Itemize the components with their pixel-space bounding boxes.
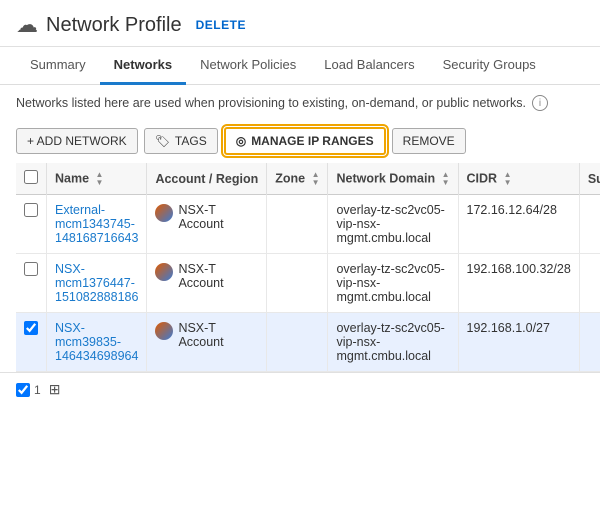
- page-header: ☁ Network Profile DELETE: [0, 0, 600, 47]
- col-account-region: Account / Region: [147, 163, 267, 195]
- select-all-checkbox[interactable]: [24, 170, 38, 184]
- account-label: NSX-T Account: [178, 262, 258, 290]
- account-label: NSX-T Account: [178, 203, 258, 231]
- tab-load-balancers[interactable]: Load Balancers: [310, 47, 428, 85]
- col-cidr: CIDR ▲▼: [458, 163, 579, 195]
- row-zone: [267, 254, 328, 313]
- row-su-pu: [579, 254, 600, 313]
- tab-summary[interactable]: Summary: [16, 47, 100, 85]
- row-cidr: 192.168.1.0/27: [458, 313, 579, 372]
- info-icon: i: [532, 95, 548, 111]
- tab-security-groups[interactable]: Security Groups: [429, 47, 550, 85]
- networks-table: Name ▲▼ Account / Region Zone ▲▼ Network…: [16, 163, 600, 372]
- tags-button[interactable]: 🏷 TAGS: [144, 128, 218, 154]
- row-network-domain: overlay-tz-sc2vc05-vip-nsx-mgmt.cmbu.loc…: [328, 195, 458, 254]
- sort-zone-icon[interactable]: ▲▼: [312, 171, 320, 187]
- info-text: Networks listed here are used when provi…: [16, 96, 526, 110]
- col-name: Name ▲▼: [47, 163, 147, 195]
- sort-domain-icon[interactable]: ▲▼: [442, 171, 450, 187]
- col-network-domain: Network Domain ▲▼: [328, 163, 458, 195]
- row-account: NSX-T Account: [147, 313, 267, 372]
- row-zone: [267, 313, 328, 372]
- row-zone: [267, 195, 328, 254]
- sort-cidr-icon[interactable]: ▲▼: [504, 171, 512, 187]
- page-title: Network Profile: [46, 14, 182, 37]
- table-row: External-mcm1343745-148168716643 NSX-T A…: [16, 195, 600, 254]
- delete-button[interactable]: DELETE: [196, 18, 246, 32]
- row-name: NSX-mcm39835-146434698964: [47, 313, 147, 372]
- info-bar: Networks listed here are used when provi…: [0, 85, 600, 121]
- row-su-pu: [579, 195, 600, 254]
- toolbar: + ADD NETWORK 🏷 TAGS ◎ MANAGE IP RANGES …: [0, 121, 600, 163]
- row-network-domain: overlay-tz-sc2vc05-vip-nsx-mgmt.cmbu.loc…: [328, 313, 458, 372]
- nsx-icon: [155, 204, 173, 222]
- row-cidr: 172.16.12.64/28: [458, 195, 579, 254]
- remove-button[interactable]: REMOVE: [392, 128, 466, 154]
- col-zone: Zone ▲▼: [267, 163, 328, 195]
- col-su-pu: Su Pu: [579, 163, 600, 195]
- row-checkbox-cell: [16, 195, 47, 254]
- row-cidr: 192.168.100.32/28: [458, 254, 579, 313]
- table-row: NSX-mcm1376447-151082888186 NSX-T Accoun…: [16, 254, 600, 313]
- row-checkbox-cell: [16, 313, 47, 372]
- row-network-domain: overlay-tz-sc2vc05-vip-nsx-mgmt.cmbu.loc…: [328, 254, 458, 313]
- nsx-icon: [155, 322, 173, 340]
- selected-count: 1: [16, 383, 41, 397]
- network-name-link[interactable]: NSX-mcm39835-146434698964: [55, 321, 138, 363]
- row-account: NSX-T Account: [147, 254, 267, 313]
- networks-table-wrap: Name ▲▼ Account / Region Zone ▲▼ Network…: [0, 163, 600, 372]
- add-network-button[interactable]: + ADD NETWORK: [16, 128, 138, 154]
- row-checkbox[interactable]: [24, 203, 38, 217]
- row-name: External-mcm1343745-148168716643: [47, 195, 147, 254]
- manage-ip-ranges-button[interactable]: ◎ MANAGE IP RANGES: [224, 127, 386, 155]
- sort-name-icon[interactable]: ▲▼: [96, 171, 104, 187]
- row-account: NSX-T Account: [147, 195, 267, 254]
- tab-bar: Summary Networks Network Policies Load B…: [0, 47, 600, 85]
- nsx-icon: [155, 263, 173, 281]
- footer-checkbox[interactable]: [16, 383, 30, 397]
- tags-icon: 🏷: [155, 134, 170, 148]
- row-checkbox[interactable]: [24, 262, 38, 276]
- grid-view-icon[interactable]: ⊞: [49, 381, 61, 398]
- table-footer: 1 ⊞: [0, 372, 600, 406]
- row-checkbox[interactable]: [24, 321, 38, 335]
- manage-icon: ◎: [236, 134, 246, 148]
- network-name-link[interactable]: External-mcm1343745-148168716643: [55, 203, 138, 245]
- account-label: NSX-T Account: [178, 321, 258, 349]
- table-header-row: Name ▲▼ Account / Region Zone ▲▼ Network…: [16, 163, 600, 195]
- row-name: NSX-mcm1376447-151082888186: [47, 254, 147, 313]
- table-row: NSX-mcm39835-146434698964 NSX-T Account …: [16, 313, 600, 372]
- cloud-icon: ☁: [16, 12, 38, 38]
- header-checkbox-cell: [16, 163, 47, 195]
- network-name-link[interactable]: NSX-mcm1376447-151082888186: [55, 262, 138, 304]
- row-su-pu: [579, 313, 600, 372]
- row-checkbox-cell: [16, 254, 47, 313]
- tab-network-policies[interactable]: Network Policies: [186, 47, 310, 85]
- tab-networks[interactable]: Networks: [100, 47, 187, 85]
